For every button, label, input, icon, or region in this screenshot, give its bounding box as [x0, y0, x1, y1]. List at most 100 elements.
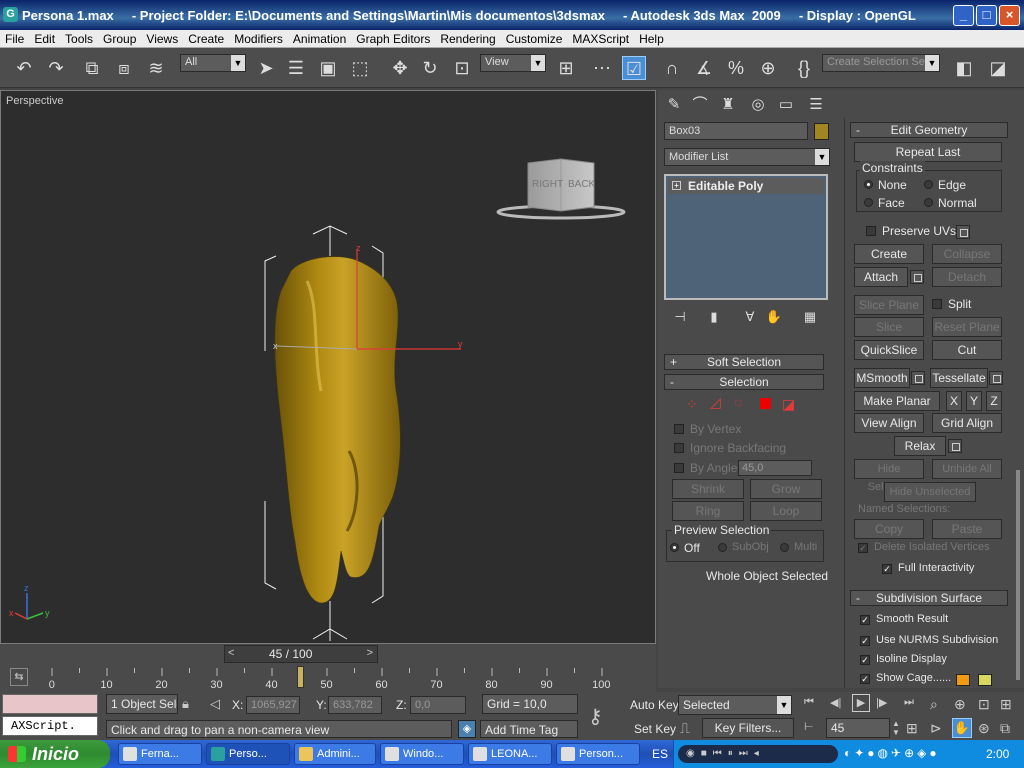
rectangular-selection-icon[interactable]: ▣: [316, 56, 340, 80]
language-indicator[interactable]: ES: [652, 747, 668, 761]
cut-button[interactable]: Cut: [932, 340, 1002, 360]
subdivision-surface-rollout[interactable]: - Subdivision Surface: [850, 590, 1008, 606]
menu-edit[interactable]: Edit: [29, 30, 60, 46]
constraint-face-radio[interactable]: [864, 198, 873, 207]
utilities-tab-icon[interactable]: ☰: [804, 94, 828, 116]
menu-graph-editors[interactable]: Graph Editors: [351, 30, 435, 46]
start-button[interactable]: Inicio: [0, 740, 110, 768]
key-mode-dropdown[interactable]: Selected ▼: [678, 695, 792, 715]
bind-space-warp-icon[interactable]: ≋: [144, 56, 168, 80]
close-button[interactable]: ×: [999, 5, 1020, 26]
y-coord-field[interactable]: 633,782: [328, 696, 382, 714]
hierarchy-tab-icon[interactable]: ♜: [716, 94, 740, 116]
reset-plane-button[interactable]: Reset Plane: [932, 317, 1002, 337]
select-and-link-icon[interactable]: ⧉: [80, 56, 104, 80]
next-frame-icon[interactable]: >: [367, 647, 373, 659]
current-frame-marker[interactable]: [296, 666, 304, 688]
delete-isolated-checkbox[interactable]: ✓: [858, 543, 868, 553]
split-checkbox[interactable]: [932, 299, 942, 309]
preserve-uvs-settings-button[interactable]: [956, 225, 970, 239]
slice-button[interactable]: Slice: [854, 317, 924, 337]
menu-group[interactable]: Group: [98, 30, 141, 46]
polygon-mode-icon[interactable]: [760, 398, 771, 409]
x-coord-field[interactable]: 1065,927: [246, 696, 300, 714]
make-unique-icon[interactable]: ∀: [738, 305, 762, 329]
menu-create[interactable]: Create: [183, 30, 229, 46]
ring-button[interactable]: Ring: [672, 501, 744, 521]
absolute-mode-icon[interactable]: ◁: [210, 696, 220, 712]
perspective-viewport[interactable]: Perspective RIGHT BACK x y z z y x: [0, 90, 656, 644]
constraint-none-radio[interactable]: [864, 180, 873, 189]
go-to-end-icon[interactable]: ⏭︎: [904, 696, 914, 709]
motion-tab-icon[interactable]: ◎: [746, 94, 770, 116]
tessellate-button[interactable]: Tessellate: [930, 368, 988, 388]
manipulate-icon[interactable]: ⋯: [590, 56, 614, 80]
auto-key-button[interactable]: Auto Key: [630, 698, 679, 712]
set-key-button[interactable]: Set Key: [634, 722, 676, 736]
constraint-edge-radio[interactable]: [924, 180, 933, 189]
panel-scrollbar[interactable]: [1016, 470, 1020, 680]
isoline-display-checkbox[interactable]: ✓: [860, 655, 870, 665]
hide-unselected-button[interactable]: Hide Unselected: [884, 482, 976, 502]
add-time-tag-field[interactable]: Add Time Tag: [480, 720, 578, 738]
edge-mode-icon[interactable]: ◿: [710, 394, 721, 411]
menu-rendering[interactable]: Rendering: [435, 30, 500, 46]
spinner-snap-icon[interactable]: ⊕: [756, 56, 780, 80]
time-configuration-icon[interactable]: ⊞: [906, 720, 918, 737]
maxscript-listener-pink[interactable]: [2, 694, 98, 714]
minimize-button[interactable]: _: [953, 5, 974, 26]
angle-spinner[interactable]: 45,0: [738, 460, 812, 476]
show-cage-checkbox[interactable]: ✓: [860, 674, 870, 684]
named-selection-sets-dropdown[interactable]: Create Selection Set ▼: [822, 54, 940, 72]
select-and-rotate-icon[interactable]: ↻: [418, 56, 442, 80]
view-align-button[interactable]: View Align: [854, 413, 924, 433]
copy-button[interactable]: Copy: [854, 519, 924, 539]
maxscript-mini-listener[interactable]: AXScript.: [2, 716, 98, 736]
relax-settings-button[interactable]: [948, 439, 962, 453]
align-icon[interactable]: ◪: [986, 56, 1010, 80]
previous-key-icon[interactable]: ◀︎|: [830, 696, 841, 709]
stack-item-editable-poly[interactable]: + Editable Poly: [668, 178, 824, 194]
tessellate-settings-button[interactable]: [989, 371, 1003, 385]
make-planar-button[interactable]: Make Planar: [854, 391, 940, 411]
show-end-result-icon[interactable]: ▮: [702, 305, 726, 329]
lock-icon[interactable]: 🔒︎: [182, 696, 189, 712]
maximize-button[interactable]: □: [976, 5, 997, 26]
planar-z-button[interactable]: Z: [986, 391, 1002, 411]
paste-button[interactable]: Paste: [932, 519, 1002, 539]
by-vertex-checkbox[interactable]: [674, 424, 684, 434]
grow-button[interactable]: Grow: [750, 479, 822, 499]
menu-tools[interactable]: Tools: [60, 30, 98, 46]
configure-modifier-sets-icon[interactable]: ▦: [798, 305, 822, 329]
keyboard-shortcut-override-icon[interactable]: ☑: [622, 56, 646, 80]
snaps-toggle-icon[interactable]: ∩: [660, 56, 684, 80]
next-key-icon[interactable]: |▶︎: [876, 696, 887, 709]
attach-settings-button[interactable]: [910, 270, 924, 284]
zoom-extents-all-icon[interactable]: ⊞: [1000, 696, 1012, 713]
zoom-extents-icon[interactable]: ⊡: [978, 696, 990, 713]
menu-customize[interactable]: Customize: [501, 30, 568, 46]
ignore-backfacing-checkbox[interactable]: [674, 443, 684, 453]
selection-filter-dropdown[interactable]: All ▼: [180, 54, 246, 72]
create-tab-icon[interactable]: ✎: [662, 94, 686, 116]
preserve-uvs-checkbox[interactable]: [866, 226, 876, 236]
taskbar-item-persona[interactable]: Person...: [556, 743, 640, 765]
constraint-normal-radio[interactable]: [924, 198, 933, 207]
full-interactivity-checkbox[interactable]: ✓: [882, 564, 892, 574]
key-mode-toggle-icon[interactable]: ⊢: [804, 720, 814, 733]
set-key-icon[interactable]: ⎍: [680, 720, 690, 737]
media-player-controls[interactable]: ◉■⏮⏸⏭◂: [678, 745, 838, 763]
planar-x-button[interactable]: X: [946, 391, 962, 411]
time-slider[interactable]: < 45 / 100 >: [224, 645, 378, 663]
select-object-icon[interactable]: ➤: [254, 56, 278, 80]
preview-multi-radio[interactable]: [780, 543, 789, 552]
previous-frame-icon[interactable]: <: [228, 647, 234, 659]
pin-stack-icon[interactable]: ⊣: [668, 305, 692, 329]
expand-plus-icon[interactable]: +: [672, 181, 681, 190]
preview-subobj-radio[interactable]: [718, 543, 727, 552]
object-color-swatch[interactable]: [814, 123, 829, 140]
preview-off-radio[interactable]: [670, 543, 679, 552]
zoom-all-icon[interactable]: ⊕: [954, 696, 966, 713]
viewcube[interactable]: RIGHT BACK: [496, 158, 626, 220]
tray-icons[interactable]: ◐✦●◍✈⊕◈●: [844, 746, 940, 760]
